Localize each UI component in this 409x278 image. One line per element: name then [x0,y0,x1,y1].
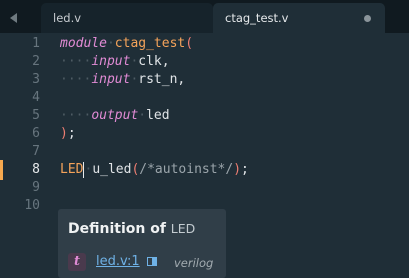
tab-dirty-dot-icon[interactable] [364,15,371,22]
line-number: 9 [32,180,40,195]
paren: ) [60,126,68,141]
code-line-1: module·ctag_test( [60,36,194,51]
whitespace: · [138,108,147,123]
line-number: 10 [24,198,40,213]
keyword: output [91,108,139,123]
popup-symbol: LED [170,221,196,236]
type-badge-icon: t [68,253,86,271]
code-line-3: ····input·rst_n, [60,71,185,89]
line-number: 7 [32,144,40,159]
tab-led-v[interactable]: led.v [41,3,213,33]
line-number: 2 [32,54,40,69]
keyword: input [91,54,131,69]
instance-name: u_led [92,162,132,177]
line-number: 1 [32,36,40,51]
whitespace: ···· [60,54,92,69]
semicolon: ; [67,126,76,141]
code-line-2: ····input·clk, [60,53,170,71]
code-line-5: ····output·led [60,107,170,125]
language-label: verilog [174,256,214,270]
line-number: 5 [32,108,40,123]
paren: ( [185,36,194,51]
port: clk, [138,54,170,69]
port: led [146,108,170,123]
tab-label: ctag_test.v [225,11,289,25]
whitespace: ···· [60,72,92,87]
line-number: 4 [32,90,40,105]
line-number: 6 [32,126,40,141]
tab-label: led.v [53,11,82,25]
definition-link[interactable]: led.v:1 [96,254,140,269]
code-line-6: ); [60,125,76,143]
keyword: module [60,36,107,51]
line-number: 3 [32,72,40,87]
semicolon: ; [241,162,249,177]
module-ref: LED [60,162,84,177]
tab-bar: led.v ctag_test.v [0,0,409,33]
paren: ) [233,162,242,177]
keyword: input [91,72,131,87]
popup-title-text: Definition of [68,221,166,237]
popup-title: Definition of LED [68,221,195,237]
whitespace: ···· [60,108,92,123]
code-line-8: LED·u_led(/*autoinst*/); [60,161,249,178]
comment: /*autoinst*/ [139,162,234,177]
port: rst_n, [138,72,186,87]
editor[interactable]: 1 2 3 4 5 6 7 8 9 10 module·ctag_test( ·… [0,33,409,278]
tab-ctag-test-v[interactable]: ctag_test.v [213,3,385,33]
line-number-current: 8 [32,162,40,177]
tab-scroll-left-icon[interactable] [0,3,41,33]
module-name: ctag_test [114,36,186,51]
definition-popup: Definition of LED t led.v:1 verilog [58,209,226,278]
